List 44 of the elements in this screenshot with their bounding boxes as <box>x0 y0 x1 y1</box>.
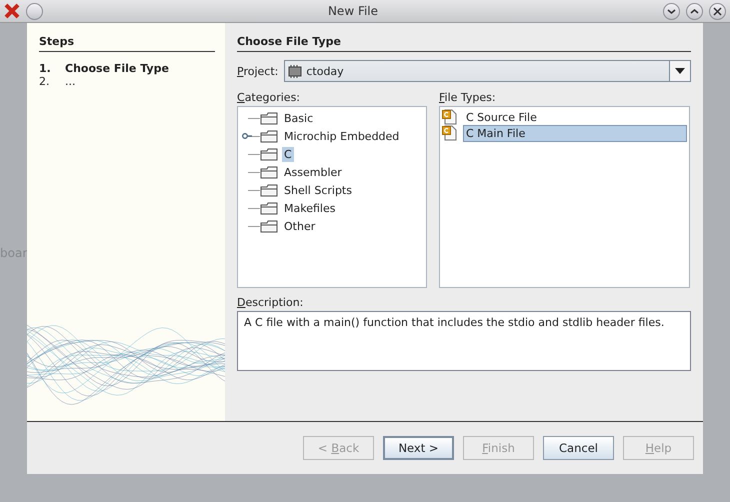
folder-icon <box>260 148 278 160</box>
c-file-icon <box>442 109 457 125</box>
category-item[interactable]: Makefiles <box>282 200 338 216</box>
folder-icon <box>260 220 278 232</box>
category-item[interactable]: Shell Scripts <box>282 182 354 198</box>
chip-icon <box>288 64 302 78</box>
category-item[interactable]: C <box>282 146 294 162</box>
step-label: ... <box>65 75 76 88</box>
window-menu-button[interactable] <box>26 2 43 20</box>
category-item[interactable]: Basic <box>282 110 316 126</box>
chevron-up-icon <box>690 6 699 16</box>
file-types-label: File Types: <box>439 91 497 104</box>
minimize-button[interactable] <box>663 2 680 20</box>
close-icon[interactable] <box>4 3 20 19</box>
dialog-button[interactable]: Cancel <box>543 436 614 460</box>
folder-icon <box>260 166 278 178</box>
description-label: Description: <box>237 296 304 309</box>
project-dropdown[interactable]: ctoday <box>284 60 691 82</box>
chevron-down-icon <box>667 6 676 16</box>
folder-icon <box>260 112 278 124</box>
step-label: Choose File Type <box>65 62 169 75</box>
folder-icon <box>260 130 278 142</box>
window-title: New File <box>326 4 380 18</box>
close-icon <box>713 6 722 16</box>
category-item[interactable]: Microchip Embedded <box>282 128 402 144</box>
dialog-button[interactable]: Next > <box>383 436 454 460</box>
categories-label: Categories: <box>237 91 302 104</box>
project-label: Project: <box>237 64 278 78</box>
step-number: 2. <box>39 75 50 88</box>
folder-icon <box>260 202 278 214</box>
close-button[interactable] <box>709 2 726 20</box>
c-file-icon <box>442 125 457 141</box>
step-number: 1. <box>39 62 51 75</box>
category-item[interactable]: Other <box>282 218 318 234</box>
folder-icon <box>260 184 278 196</box>
file-type-item[interactable]: C Main File <box>463 124 687 142</box>
category-item[interactable]: Assembler <box>282 164 344 180</box>
expand-handle-icon[interactable] <box>242 132 252 140</box>
dropdown-arrow-icon <box>675 68 685 74</box>
maximize-button[interactable] <box>686 2 703 20</box>
steps-heading: Steps <box>39 35 215 52</box>
file-type-item[interactable]: C Source File <box>463 108 687 126</box>
description-box: A C file with a main() function that includes the stdio and stdlib header files. <box>237 311 691 371</box>
panel-heading: Choose File Type <box>237 35 691 52</box>
